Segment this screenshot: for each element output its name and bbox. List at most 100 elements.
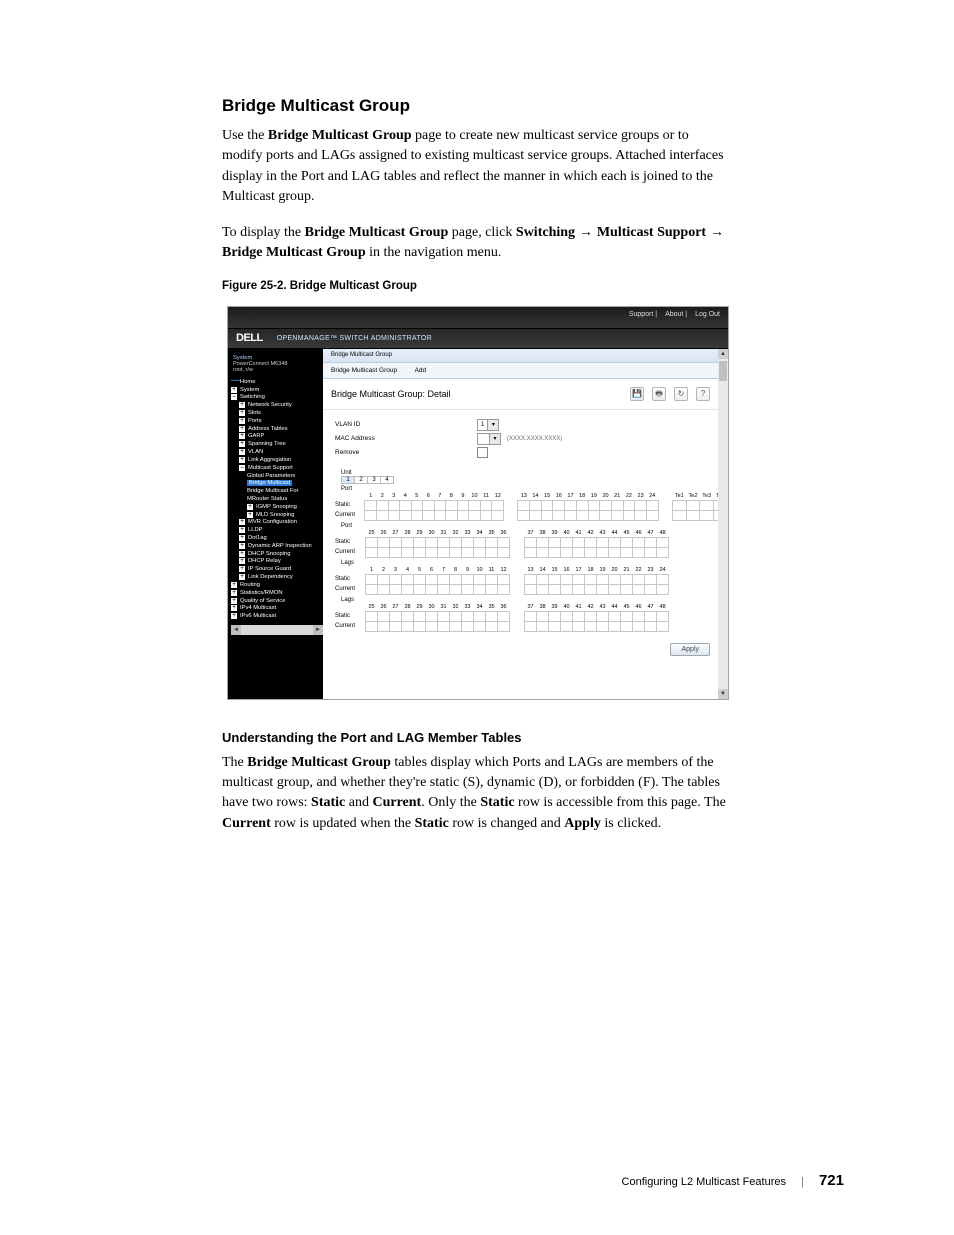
nav-routing[interactable]: +Routing	[231, 582, 323, 590]
lag-cell[interactable]	[549, 611, 561, 621]
link-logout[interactable]: Log Out	[695, 311, 720, 318]
lag-cell[interactable]	[474, 574, 486, 584]
port-cell[interactable]	[438, 537, 450, 547]
port-cell[interactable]	[365, 500, 377, 510]
lag-cell[interactable]	[474, 611, 486, 621]
lag-cell[interactable]	[462, 574, 474, 584]
nav-system[interactable]: +System	[231, 387, 323, 395]
port-cell[interactable]	[525, 537, 537, 547]
plus-icon[interactable]: +	[239, 433, 245, 439]
plus-icon[interactable]: +	[239, 543, 245, 549]
lag-cell[interactable]	[378, 611, 390, 621]
port-cell[interactable]	[486, 537, 498, 547]
port-cell[interactable]	[434, 500, 446, 510]
lag-cell[interactable]	[645, 574, 657, 584]
nav-global-parameters[interactable]: Global Parameters	[247, 473, 323, 481]
port-cell[interactable]	[561, 537, 573, 547]
help-icon[interactable]: ?	[696, 387, 710, 401]
plus-icon[interactable]: +	[239, 519, 245, 525]
plus-icon[interactable]: +	[239, 441, 245, 447]
lag-cell[interactable]	[486, 611, 498, 621]
nav-mvr-configuration[interactable]: +MVR Configuration	[239, 519, 323, 527]
scroll-left-icon[interactable]: ◄	[231, 625, 241, 635]
nav-vlan[interactable]: +VLAN	[239, 449, 323, 457]
lag-cell[interactable]	[402, 611, 414, 621]
port-cell[interactable]	[609, 537, 621, 547]
lag-cell[interactable]	[414, 611, 426, 621]
port-cell[interactable]	[573, 537, 585, 547]
nav-dynamic-arp-inspection[interactable]: +Dynamic ARP Inspection	[239, 543, 323, 551]
port-cell[interactable]	[623, 500, 635, 510]
lag-cell[interactable]	[585, 574, 597, 584]
chevron-down-icon[interactable]: ▾	[489, 434, 500, 444]
port-cell[interactable]	[450, 537, 462, 547]
plus-icon[interactable]: +	[239, 551, 245, 557]
lag-cell[interactable]	[525, 574, 537, 584]
link-support[interactable]: Support	[629, 311, 654, 318]
port-cell[interactable]	[378, 537, 390, 547]
refresh-icon[interactable]: ↻	[674, 387, 688, 401]
unit-tab-3[interactable]: 3	[367, 476, 381, 484]
lag-cell[interactable]	[597, 611, 609, 621]
port-cell[interactable]	[530, 500, 542, 510]
port-cell[interactable]	[588, 500, 600, 510]
nav-mrouter-status[interactable]: MRouter Status	[247, 496, 323, 504]
lag-cell[interactable]	[498, 611, 510, 621]
lag-cell[interactable]	[462, 611, 474, 621]
port-cell[interactable]	[553, 500, 565, 510]
nav-dhcp-snooping[interactable]: +DHCP Snooping	[239, 551, 323, 559]
plus-icon[interactable]: +	[239, 410, 245, 416]
lag-cell[interactable]	[549, 574, 561, 584]
nav-ipv6-multicast[interactable]: +IPv6 Multicast	[231, 613, 323, 621]
plus-icon[interactable]: +	[239, 402, 245, 408]
port-cell[interactable]	[541, 500, 553, 510]
lag-cell[interactable]	[537, 574, 549, 584]
nav-ports[interactable]: +Ports	[239, 418, 323, 426]
remove-checkbox[interactable]	[477, 447, 488, 458]
plus-icon[interactable]: +	[231, 582, 237, 588]
lag-cell[interactable]	[621, 574, 633, 584]
content-vscrollbar[interactable]: ▲ ▼	[718, 349, 728, 699]
port-cell[interactable]	[457, 500, 469, 510]
subtab-detail[interactable]: Bridge Multicast Group	[331, 367, 397, 374]
port-cell[interactable]	[621, 537, 633, 547]
lag-cell[interactable]	[366, 574, 378, 584]
nav-quality-of-service[interactable]: +Quality of Service	[231, 598, 323, 606]
port-cell[interactable]	[414, 537, 426, 547]
nav-igmp-snooping[interactable]: +IGMP Snooping	[247, 504, 323, 512]
plus-icon[interactable]: +	[239, 418, 245, 424]
port-cell[interactable]	[426, 537, 438, 547]
plus-icon[interactable]: +	[239, 449, 245, 455]
port-cell[interactable]	[390, 537, 402, 547]
port-cell[interactable]	[686, 500, 700, 510]
port-cell[interactable]	[633, 537, 645, 547]
nav-spanning-tree[interactable]: +Spanning Tree	[239, 441, 323, 449]
plus-icon[interactable]: +	[231, 598, 237, 604]
lag-cell[interactable]	[573, 574, 585, 584]
plus-icon[interactable]: +	[231, 613, 237, 619]
nav-lldp[interactable]: +LLDP	[239, 527, 323, 535]
nav-mld-snooping[interactable]: +MLD Snooping	[247, 512, 323, 520]
port-cell[interactable]	[611, 500, 623, 510]
lag-cell[interactable]	[633, 574, 645, 584]
scroll-down-icon[interactable]: ▼	[718, 689, 728, 699]
chevron-down-icon[interactable]: ▾	[487, 420, 498, 430]
lag-cell[interactable]	[645, 611, 657, 621]
nav-ip-source-guard[interactable]: +IP Source Guard	[239, 566, 323, 574]
lag-cell[interactable]	[621, 611, 633, 621]
unit-tab-1[interactable]: 1	[341, 476, 355, 484]
mac-address-select[interactable]: ▾	[477, 433, 501, 445]
nav-dhcp-relay[interactable]: +DHCP Relay	[239, 558, 323, 566]
plus-icon[interactable]: +	[239, 558, 245, 564]
port-cell[interactable]	[462, 537, 474, 547]
lag-cell[interactable]	[438, 574, 450, 584]
nav-bridge-multicast[interactable]: Bridge Multicast	[247, 480, 323, 488]
plus-icon[interactable]: +	[239, 527, 245, 533]
lag-cell[interactable]	[498, 574, 510, 584]
lag-cell[interactable]	[366, 611, 378, 621]
lag-cell[interactable]	[450, 574, 462, 584]
nav-network-security[interactable]: +Network Security	[239, 402, 323, 410]
lag-cell[interactable]	[585, 611, 597, 621]
nav-link-dependency[interactable]: +Link Dependency	[239, 574, 323, 582]
lag-cell[interactable]	[414, 574, 426, 584]
